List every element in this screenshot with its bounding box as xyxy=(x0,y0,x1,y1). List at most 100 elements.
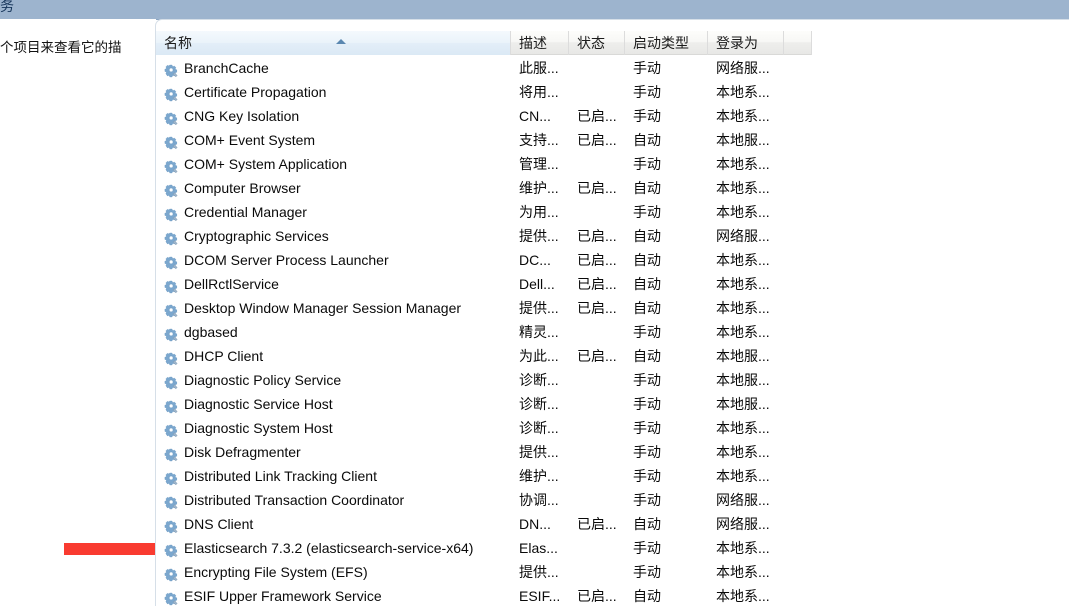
service-status-cell xyxy=(569,200,625,224)
sort-ascending-icon xyxy=(336,38,346,44)
service-row[interactable]: COM+ Event System 支持... 已启... 自动 本地服... xyxy=(156,128,1069,152)
service-row[interactable]: Disk Defragmenter 提供... 手动 本地系... xyxy=(156,440,1069,464)
service-row[interactable]: ESIF Upper Framework Service ESIF... 已启...… xyxy=(156,584,1069,607)
service-row[interactable]: Cryptographic Services 提供... 已启... 自动 网络服... xyxy=(156,224,1069,248)
service-row[interactable]: Diagnostic Service Host 诊断... 手动 本地服... xyxy=(156,392,1069,416)
service-name-label: COM+ System Application xyxy=(184,156,348,172)
service-description-cell: Dell... xyxy=(519,276,555,292)
service-log-on-as-cell: 本地系... xyxy=(716,156,770,172)
service-startup-type-cell: 手动 xyxy=(633,444,661,460)
column-header-name[interactable]: 名称 xyxy=(156,30,511,55)
service-startup-type-cell: 自动 xyxy=(633,252,661,268)
service-status-cell xyxy=(569,536,625,560)
service-name-cell: Diagnostic Policy Service xyxy=(156,368,511,392)
service-name-cell: Cryptographic Services xyxy=(156,224,511,248)
service-gear-icon xyxy=(164,229,179,245)
service-name-label: Elasticsearch 7.3.2 (elasticsearch-servi… xyxy=(184,540,474,556)
service-log-on-as-cell: 本地系... xyxy=(716,108,770,124)
service-startup-type-cell: 手动 xyxy=(633,396,661,412)
service-startup-type-cell: 手动 xyxy=(633,420,661,436)
service-description-cell: 诊断... xyxy=(519,420,559,436)
service-log-on-as-cell: 网络服... xyxy=(716,492,770,508)
column-header-startup-type[interactable]: 启动类型 xyxy=(625,30,708,55)
service-row[interactable]: DCOM Server Process Launcher DC... 已启... 自动… xyxy=(156,248,1069,272)
service-log-on-as-cell: 网络服... xyxy=(716,60,770,76)
service-name-label: Credential Manager xyxy=(184,204,307,220)
service-row[interactable]: Desktop Window Manager Session Manager 提供… xyxy=(156,296,1069,320)
service-row[interactable]: DHCP Client 为此... 已启... 自动 本地服... xyxy=(156,344,1069,368)
service-row[interactable]: CNG Key Isolation CN... 已启... 手动 本地系... xyxy=(156,104,1069,128)
service-gear-icon xyxy=(164,181,179,197)
service-row[interactable]: BranchCache 此服... 手动 网络服... xyxy=(156,56,1069,80)
service-status-cell xyxy=(569,416,625,440)
service-row[interactable]: Credential Manager 为用... 手动 本地系... xyxy=(156,200,1069,224)
service-row[interactable]: DellRctlService Dell... 已启... 自动 本地系... xyxy=(156,272,1069,296)
service-startup-type-cell: 手动 xyxy=(633,204,661,220)
service-name-cell: dgbased xyxy=(156,320,511,344)
service-startup-type-cell: 手动 xyxy=(633,84,661,100)
service-name-label: CNG Key Isolation xyxy=(184,108,300,124)
service-gear-icon xyxy=(164,517,179,533)
service-name-label: Desktop Window Manager Session Manager xyxy=(184,300,462,316)
service-name-cell: Diagnostic Service Host xyxy=(156,392,511,416)
service-name-label: ESIF Upper Framework Service xyxy=(184,588,382,604)
service-startup-type-cell: 手动 xyxy=(633,372,661,388)
service-row[interactable]: Elasticsearch 7.3.2 (elasticsearch-servi… xyxy=(156,536,1069,560)
column-header-status[interactable]: 状态 xyxy=(569,30,625,55)
service-name-cell: DHCP Client xyxy=(156,344,511,368)
service-name-label: Distributed Transaction Coordinator xyxy=(184,492,405,508)
service-gear-icon xyxy=(164,397,179,413)
service-name-label: Distributed Link Tracking Client xyxy=(184,468,377,484)
service-status-cell xyxy=(569,368,625,392)
service-status-cell: 已启... xyxy=(577,108,617,124)
service-startup-type-cell: 手动 xyxy=(633,324,661,340)
service-log-on-as-cell: 本地系... xyxy=(716,588,770,604)
service-name-label: Encrypting File System (EFS) xyxy=(184,564,368,580)
service-startup-type-cell: 自动 xyxy=(633,276,661,292)
service-name-label: BranchCache xyxy=(184,60,269,76)
service-gear-icon xyxy=(164,565,179,581)
service-name-cell: Elasticsearch 7.3.2 (elasticsearch-servi… xyxy=(156,536,511,560)
service-startup-type-cell: 自动 xyxy=(633,516,661,532)
service-startup-type-cell: 手动 xyxy=(633,564,661,580)
window-title-bar: 务 xyxy=(0,0,1069,20)
service-row[interactable]: Diagnostic Policy Service 诊断... 手动 本地服... xyxy=(156,368,1069,392)
service-row[interactable]: Certificate Propagation 将用... 手动 本地系... xyxy=(156,80,1069,104)
service-status-cell: 已启... xyxy=(577,276,617,292)
service-status-cell xyxy=(569,152,625,176)
service-log-on-as-cell: 本地服... xyxy=(716,396,770,412)
service-name-label: dgbased xyxy=(184,324,238,340)
service-row[interactable]: Computer Browser 维护... 已启... 自动 本地系... xyxy=(156,176,1069,200)
service-row[interactable]: Distributed Link Tracking Client 维护... 手动 本… xyxy=(156,464,1069,488)
column-header-filler xyxy=(784,30,812,55)
service-row[interactable]: DNS Client DN... 已启... 自动 网络服... xyxy=(156,512,1069,536)
service-status-cell xyxy=(569,56,625,80)
service-name-cell: COM+ Event System xyxy=(156,128,511,152)
column-header-description[interactable]: 描述 xyxy=(511,30,569,55)
services-list-body[interactable]: BranchCache 此服... 手动 网络服... Certificate Prop… xyxy=(156,56,1069,607)
service-status-cell: 已启... xyxy=(577,132,617,148)
service-row[interactable]: COM+ System Application 管理... 手动 本地系... xyxy=(156,152,1069,176)
service-status-cell xyxy=(569,488,625,512)
service-gear-icon xyxy=(164,205,179,221)
service-startup-type-cell: 自动 xyxy=(633,300,661,316)
service-log-on-as-cell: 本地系... xyxy=(716,540,770,556)
service-log-on-as-cell: 本地系... xyxy=(716,468,770,484)
service-name-label: Diagnostic Policy Service xyxy=(184,372,342,388)
service-row[interactable]: Encrypting File System (EFS) 提供... 手动 本地系..… xyxy=(156,560,1069,584)
service-description-cell: 此服... xyxy=(519,60,559,76)
service-description-cell: ESIF... xyxy=(519,588,561,604)
service-description-cell: 诊断... xyxy=(519,396,559,412)
service-row[interactable]: dgbased 精灵... 手动 本地系... xyxy=(156,320,1069,344)
list-header-row: 名称 描述 状态 启动类型 登录为 xyxy=(156,30,812,55)
service-row[interactable]: Distributed Transaction Coordinator 协调...… xyxy=(156,488,1069,512)
service-name-cell: CNG Key Isolation xyxy=(156,104,511,128)
service-startup-type-cell: 自动 xyxy=(633,132,661,148)
service-status-cell xyxy=(569,392,625,416)
service-gear-icon xyxy=(164,421,179,437)
service-log-on-as-cell: 本地系... xyxy=(716,564,770,580)
service-description-cell: 维护... xyxy=(519,180,559,196)
service-name-cell: Disk Defragmenter xyxy=(156,440,511,464)
column-header-log-on-as[interactable]: 登录为 xyxy=(708,30,784,55)
service-row[interactable]: Diagnostic System Host 诊断... 手动 本地系... xyxy=(156,416,1069,440)
